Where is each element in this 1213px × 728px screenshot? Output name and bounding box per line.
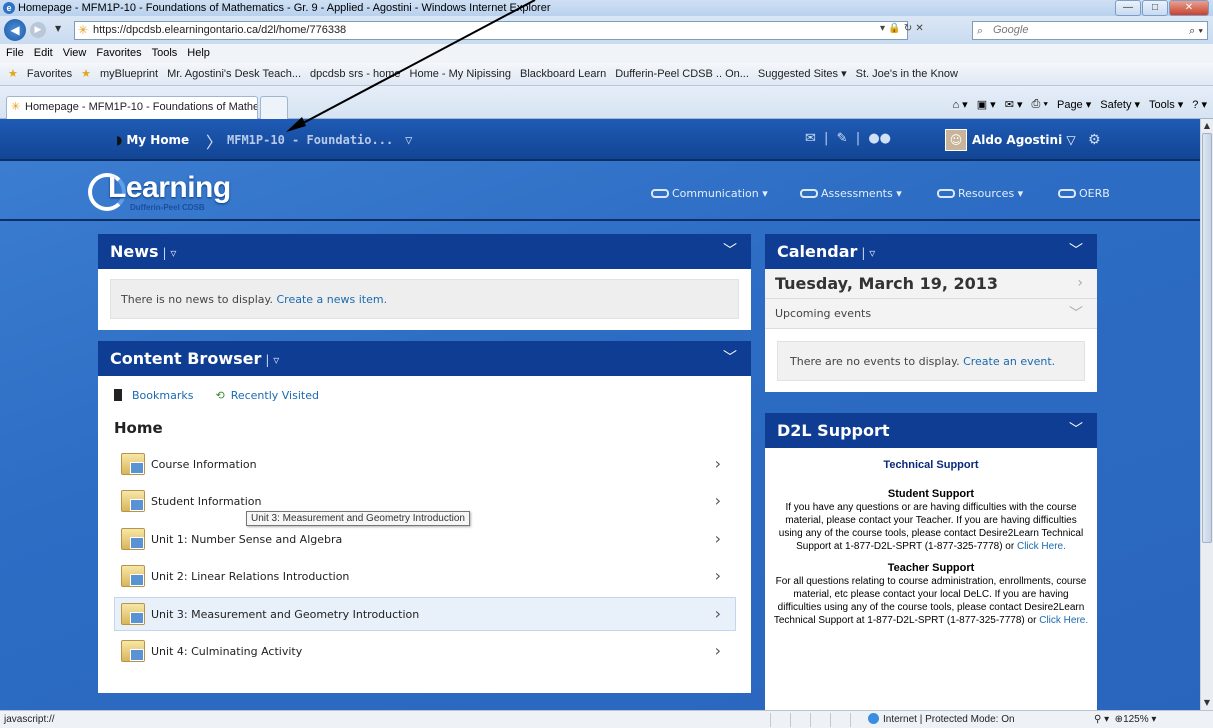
- annotation-arrow-icon: [286, 0, 536, 132]
